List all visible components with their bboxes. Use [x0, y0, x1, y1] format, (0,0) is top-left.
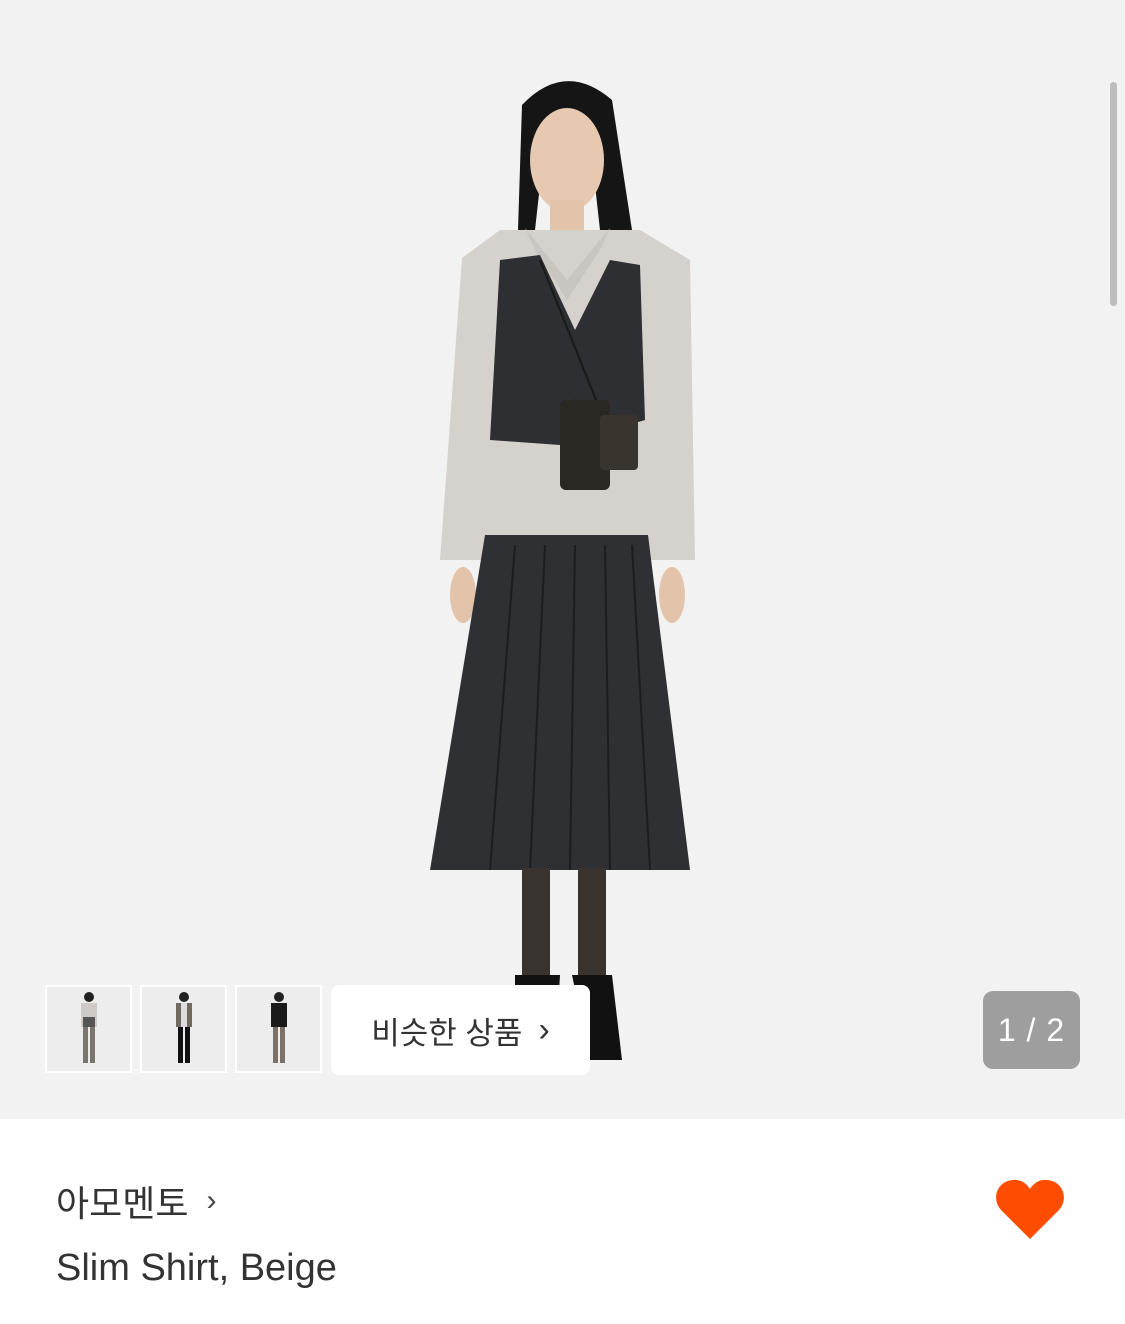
thumbnail-2[interactable]	[140, 985, 227, 1073]
thumbnail-strip	[45, 985, 322, 1073]
model-thumbnail-icon	[80, 992, 97, 1063]
product-image-gallery[interactable]: 비슷한 상품 › 1 / 2	[0, 0, 1125, 1119]
product-photo	[430, 81, 695, 1060]
similar-products-button[interactable]: 비슷한 상품 ›	[331, 985, 590, 1075]
similar-products-label: 비슷한 상품	[371, 1015, 523, 1051]
thumbnail-1[interactable]	[45, 985, 132, 1073]
model-thumbnail-icon	[270, 992, 287, 1063]
brand-name: 아모멘토	[56, 1183, 189, 1224]
thumbnail-3[interactable]	[235, 985, 322, 1073]
brand-link[interactable]: 아모멘토 ›	[56, 1175, 216, 1227]
product-info: 아모멘토 › Slim Shirt, Beige	[0, 1119, 1125, 1324]
model-thumbnail-icon	[175, 992, 192, 1063]
chevron-right-icon: ›	[538, 1010, 550, 1049]
product-title: Slim Shirt, Beige	[56, 1247, 337, 1289]
heart-icon[interactable]	[995, 1177, 1065, 1241]
chevron-right-icon: ›	[206, 1184, 217, 1217]
scrollbar[interactable]	[1110, 82, 1117, 306]
image-counter: 1 / 2	[983, 991, 1080, 1069]
